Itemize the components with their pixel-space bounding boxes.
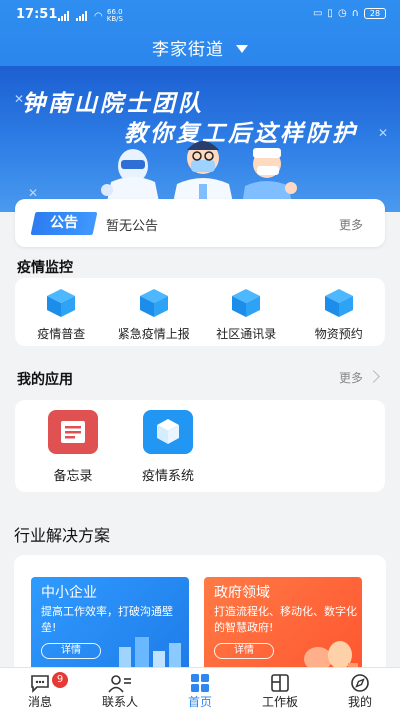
nfc-icon: ▭: [312, 8, 323, 19]
nav-item-contacts[interactable]: 联系人: [80, 668, 160, 711]
my-apps-card: 备忘录 疫情系统: [15, 400, 385, 492]
status-bar: 17:51 ◠ 66.0 KB/S ▭ ▯ ◷ ∩ 28: [0, 0, 400, 28]
tile-detail-button[interactable]: 详情: [214, 643, 274, 659]
nav-label: 首页: [187, 695, 212, 709]
notice-more-link[interactable]: 更多: [339, 216, 363, 233]
wifi-icon: ◠: [94, 10, 103, 22]
monitor-card: 疫情普查 紧急疫情上报 社区通讯录 物资预约: [15, 278, 385, 346]
app-epidemic-system[interactable]: 疫情系统: [128, 410, 208, 484]
nav-item-messages[interactable]: 9 消息: [0, 668, 80, 711]
industry-tile-sme[interactable]: 中小企业 提高工作效率，打破沟通壁垒! 详情: [31, 577, 189, 675]
nav-item-workboard[interactable]: 工作板: [240, 668, 320, 711]
industry-tile-government[interactable]: 政府领域 打造流程化、移动化、数字化的智慧政府! 详情: [204, 577, 362, 675]
tile-desc: 打造流程化、移动化、数字化的智慧政府!: [214, 605, 357, 634]
signal-icons: ◠ 66.0 KB/S: [58, 9, 123, 23]
monitor-item-supply-booking[interactable]: 物资预约: [293, 278, 386, 346]
promo-banner[interactable]: ✕ ✕ ✕ 钟南山院士团队 教你复工后这样防护: [0, 66, 400, 212]
notice-bar[interactable]: 公告 暂无公告 更多: [15, 199, 385, 247]
unread-badge: 9: [52, 672, 68, 688]
nav-label: 联系人: [101, 695, 138, 709]
nav-label: 工作板: [261, 695, 298, 709]
contacts-icon: [80, 672, 160, 694]
tile-title: 政府领域: [214, 585, 270, 601]
nav-label: 消息: [27, 695, 52, 709]
industry-card: 中小企业 提高工作效率，打破沟通壁垒! 详情 政府领域 打造流程化、移动化、数字…: [14, 555, 386, 675]
location-title: 李家街道: [152, 40, 224, 60]
chat-icon: 9: [0, 672, 80, 694]
monitor-item-label: 疫情普查: [37, 327, 86, 341]
cube-icon: [138, 287, 170, 319]
compass-icon: [320, 672, 400, 694]
cube-icon: [323, 287, 355, 319]
signal-icon: [58, 11, 72, 21]
industry-section-title: 行业解决方案: [14, 526, 111, 545]
app-label: 疫情系统: [141, 469, 194, 484]
tile-detail-button[interactable]: 详情: [41, 643, 101, 659]
tile-title: 中小企业: [41, 585, 97, 601]
status-right-icons: ▭ ▯ ◷ ∩ 28: [313, 8, 386, 19]
notice-message: 暂无公告: [106, 219, 159, 234]
app-memo[interactable]: 备忘录: [33, 410, 113, 484]
monitor-item-survey[interactable]: 疫情普查: [15, 278, 108, 346]
net-speed: 66.0 KB/S: [107, 9, 123, 23]
monitor-item-label: 物资预约: [314, 327, 363, 341]
monitor-item-label: 紧急疫情上报: [117, 327, 190, 341]
nav-item-home[interactable]: 首页: [160, 668, 240, 711]
signal-icon: [76, 11, 90, 21]
cube-icon: [230, 287, 262, 319]
net-speed-unit: KB/S: [106, 15, 123, 23]
board-icon: [240, 672, 320, 694]
monitor-item-community-contacts[interactable]: 社区通讯录: [200, 278, 293, 346]
cube-icon: [143, 410, 193, 454]
bottom-nav: 9 消息 联系人 首页 工作板 我的: [0, 667, 400, 711]
vibrate-icon: ▯: [327, 8, 333, 19]
my-apps-section-title: 我的应用: [17, 372, 73, 388]
nav-item-me[interactable]: 我的: [320, 668, 400, 711]
location-selector[interactable]: 李家街道: [0, 30, 400, 62]
my-apps-more-link[interactable]: 更多: [338, 369, 380, 386]
app-label: 备忘录: [53, 469, 93, 484]
decor-x-icon: ✕: [28, 186, 39, 200]
cube-icon: [45, 287, 77, 319]
status-time: 17:51: [16, 7, 58, 22]
notice-badge: 公告: [30, 212, 98, 235]
chevron-right-icon: [367, 370, 380, 383]
my-apps-more-text: 更多: [338, 371, 363, 385]
banner-line1: 钟南山院士团队: [22, 91, 204, 117]
decor-x-icon: ✕: [378, 126, 389, 140]
memo-icon: [48, 410, 98, 454]
battery-icon: 28: [364, 8, 386, 19]
monitor-section-title: 疫情监控: [17, 260, 73, 276]
alarm-icon: ◷: [337, 8, 347, 19]
nav-label: 我的: [347, 695, 372, 709]
notice-badge-text: 公告: [50, 215, 78, 231]
home-grid-icon: [160, 672, 240, 694]
header-bar: 17:51 ◠ 66.0 KB/S ▭ ▯ ◷ ∩ 28 李家街道: [0, 0, 400, 66]
caret-down-icon: [236, 45, 248, 53]
headphone-icon: ∩: [351, 8, 359, 19]
monitor-item-label: 社区通讯录: [216, 327, 277, 341]
monitor-item-emergency-report[interactable]: 紧急疫情上报: [108, 278, 201, 346]
